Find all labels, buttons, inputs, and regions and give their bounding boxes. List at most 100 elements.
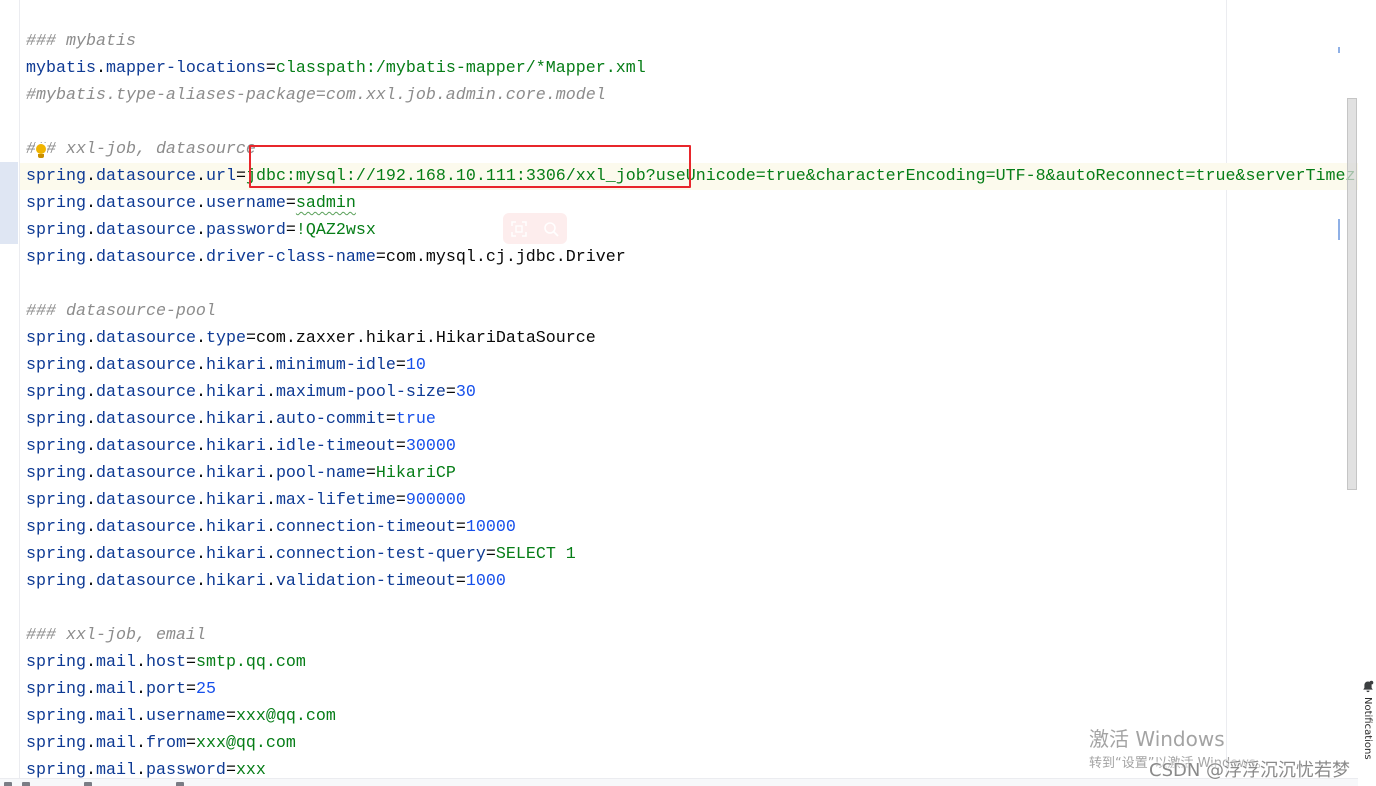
key-dot: . — [195, 410, 206, 429]
red-highlight-box — [249, 145, 691, 188]
equals-sign: = — [225, 707, 236, 726]
lightbulb-icon[interactable] — [35, 143, 47, 159]
code-line[interactable]: spring.datasource.hikari.pool-name=Hikar… — [20, 460, 1358, 487]
property-key: spring.datasource.url — [26, 167, 236, 186]
code-line[interactable]: ### datasource-pool — [20, 298, 1358, 325]
code-line[interactable] — [20, 271, 1358, 298]
key-dot: . — [265, 464, 276, 483]
key-dot: . — [265, 572, 276, 591]
code-line[interactable]: spring.datasource.hikari.connection-test… — [20, 541, 1358, 568]
code-line[interactable]: ### mybatis — [20, 28, 1358, 55]
search-icon[interactable] — [543, 221, 559, 237]
property-key: spring.datasource.hikari.maximum-pool-si… — [26, 383, 446, 402]
key-dot: . — [195, 464, 206, 483]
code-line[interactable]: ### xxl-job, email — [20, 622, 1358, 649]
property-key: spring.datasource.driver-class-name — [26, 248, 376, 267]
property-key: spring.mail.port — [26, 680, 186, 699]
right-tool-strip — [1358, 0, 1376, 786]
scan-icon[interactable] — [511, 220, 527, 237]
key-dot: . — [85, 734, 96, 753]
property-value: 10 — [405, 356, 426, 375]
property-value: !QAZ2wsx — [295, 221, 376, 240]
comment-text: #mybatis.type-aliases-package=com.xxl.jo… — [26, 86, 606, 105]
key-dot: . — [85, 491, 96, 510]
code-line[interactable]: spring.mail.port=25 — [20, 676, 1358, 703]
key-dot: . — [85, 572, 96, 591]
code-line[interactable]: spring.datasource.hikari.validation-time… — [20, 568, 1358, 595]
code-line[interactable]: spring.mail.host=smtp.qq.com — [20, 649, 1358, 676]
key-dot: . — [85, 383, 96, 402]
key-dot: . — [85, 653, 96, 672]
notifications-tool-button[interactable]: Notifications — [1361, 697, 1373, 760]
changed-lines-marker[interactable] — [0, 162, 18, 244]
code-line[interactable]: spring.datasource.type=com.zaxxer.hikari… — [20, 325, 1358, 352]
error-stripe-change-marker[interactable] — [1338, 219, 1340, 240]
code-line[interactable]: spring.datasource.username=sadmin — [20, 190, 1358, 217]
tool-window-icon[interactable] — [4, 782, 12, 786]
code-line[interactable]: spring.datasource.password=!QAZ2wsx — [20, 217, 1358, 244]
equals-sign: = — [395, 491, 406, 510]
equals-sign: = — [485, 545, 496, 564]
floating-screenshot-toolbar[interactable] — [503, 213, 567, 244]
equals-sign: = — [285, 194, 296, 213]
equals-sign: = — [375, 248, 386, 267]
key-dot: . — [85, 437, 96, 456]
code-line[interactable] — [20, 109, 1358, 136]
code-line[interactable]: spring.datasource.hikari.max-lifetime=90… — [20, 487, 1358, 514]
property-value: 10000 — [465, 518, 516, 537]
property-key: spring.datasource.username — [26, 194, 286, 213]
comment-text: ### mybatis — [26, 32, 136, 51]
ide-window: ### mybatis mybatis.mapper-locations=clas… — [0, 0, 1376, 786]
code-line[interactable]: spring.datasource.hikari.minimum-idle=10 — [20, 352, 1358, 379]
property-value: com.mysql.cj.jdbc.Driver — [385, 248, 626, 267]
equals-sign: = — [285, 221, 296, 240]
property-value: 30000 — [405, 437, 456, 456]
key-dot: . — [85, 356, 96, 375]
key-dot: . — [195, 167, 206, 186]
equals-sign: = — [235, 167, 246, 186]
tool-window-icon[interactable] — [22, 782, 30, 786]
key-dot: . — [95, 59, 106, 78]
equals-sign: = — [455, 572, 466, 591]
windows-activation-watermark: 激活 Windows — [1089, 727, 1225, 751]
code-line[interactable]: spring.datasource.driver-class-name=com.… — [20, 244, 1358, 271]
tool-window-icon[interactable] — [176, 782, 184, 786]
property-value: 900000 — [405, 491, 466, 510]
property-value: smtp.qq.com — [195, 653, 306, 672]
key-dot: . — [135, 653, 146, 672]
code-line[interactable] — [20, 595, 1358, 622]
key-dot: . — [85, 221, 96, 240]
property-key: spring.datasource.hikari.connection-time… — [26, 518, 456, 537]
property-key: spring.mail.host — [26, 653, 186, 672]
tool-window-icon[interactable] — [84, 782, 92, 786]
error-stripe-change-marker[interactable] — [1338, 47, 1340, 53]
vertical-scrollbar-thumb[interactable] — [1347, 98, 1357, 490]
key-dot: . — [85, 518, 96, 537]
code-line[interactable]: spring.datasource.hikari.idle-timeout=30… — [20, 433, 1358, 460]
code-line[interactable]: mybatis.mapper-locations=classpath:/myba… — [20, 55, 1358, 82]
property-value: sadmin — [295, 194, 356, 213]
property-key: spring.mail.from — [26, 734, 186, 753]
property-value: 1000 — [465, 572, 506, 591]
property-value: xxx — [235, 761, 266, 778]
key-dot: . — [265, 410, 276, 429]
editor-gutter[interactable] — [0, 0, 20, 778]
code-line[interactable]: spring.datasource.hikari.connection-time… — [20, 514, 1358, 541]
equals-sign: = — [445, 383, 456, 402]
key-dot: . — [85, 410, 96, 429]
code-line[interactable]: spring.datasource.hikari.auto-commit=tru… — [20, 406, 1358, 433]
key-dot: . — [135, 761, 146, 778]
key-dot: . — [195, 491, 206, 510]
bell-icon[interactable] — [1362, 680, 1374, 693]
code-line[interactable]: spring.datasource.hikari.maximum-pool-si… — [20, 379, 1358, 406]
equals-sign: = — [185, 653, 196, 672]
key-dot: . — [195, 221, 206, 240]
code-line[interactable]: #mybatis.type-aliases-package=com.xxl.jo… — [20, 82, 1358, 109]
key-dot: . — [265, 356, 276, 375]
bulb-base — [38, 154, 44, 158]
code-lines[interactable]: ### mybatis mybatis.mapper-locations=clas… — [20, 28, 1358, 778]
code-editor[interactable]: ### mybatis mybatis.mapper-locations=clas… — [20, 0, 1358, 778]
key-dot: . — [85, 167, 96, 186]
property-value: xxx@qq.com — [235, 707, 336, 726]
key-dot: . — [195, 572, 206, 591]
